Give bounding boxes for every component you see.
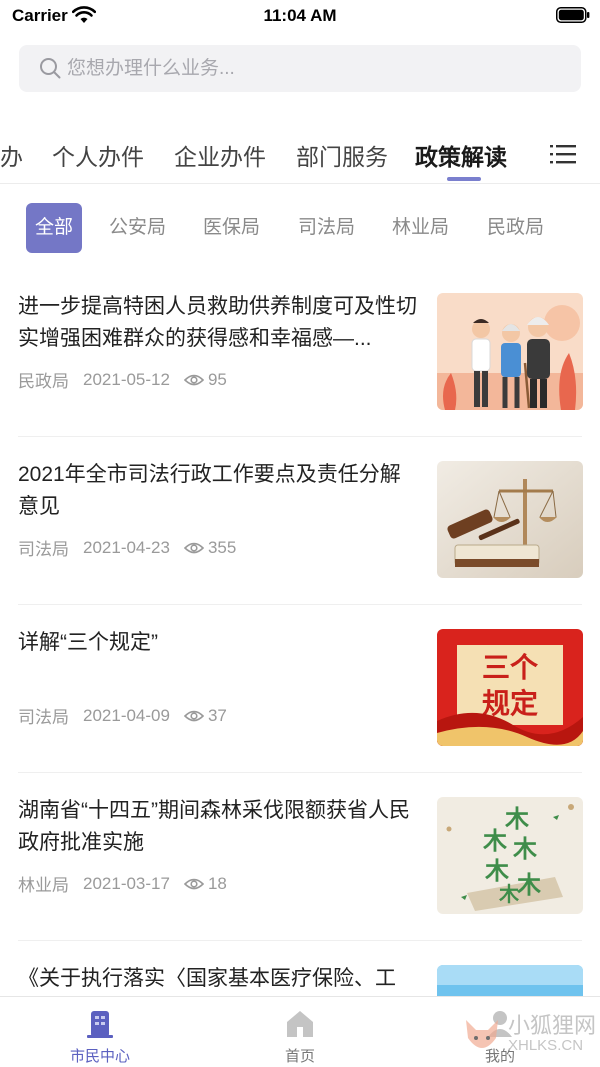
news-date: 2021-04-09: [83, 705, 170, 725]
search-input[interactable]: [67, 45, 557, 92]
news-feed[interactable]: 进一步提高特困人员救助供养制度可及性切实增强困难群众的获得感和幸福感—... 民…: [0, 269, 600, 996]
filter-all[interactable]: 全部: [26, 203, 83, 253]
thumb-text-line1: 三个: [482, 651, 539, 684]
battery-icon: [556, 7, 590, 23]
watermark-domain: XHLKS.CN: [508, 1037, 584, 1054]
home-icon: [287, 1011, 313, 1037]
forest-glyph: 木: [482, 827, 508, 855]
tab-policy-interpretation[interactable]: 政策解读: [415, 138, 507, 172]
tab-enterprise-affairs[interactable]: 企业办件: [174, 138, 266, 172]
clock: 11:04 AM: [263, 6, 337, 25]
news-views: 37: [207, 705, 227, 725]
watermark: 小狐狸网 XHLKS.CN: [458, 1008, 600, 1064]
status-bar: Carrier 11:04 AM: [0, 0, 600, 34]
news-department: 民政局: [18, 372, 69, 391]
eye-icon: [183, 542, 204, 553]
news-meta: 民政局 2021-05-12 95: [18, 367, 227, 392]
fox-logo-icon: [466, 1020, 498, 1048]
forest-glyph: 木: [504, 805, 530, 833]
news-date: 2021-05-12: [83, 369, 170, 389]
forest-glyph: 木: [498, 882, 520, 906]
news-item[interactable]: 《关于执行落实〈国家基本医疗保险、工: [0, 941, 600, 996]
tab-partial[interactable]: 办: [0, 138, 23, 172]
forest-glyph: 木: [512, 835, 538, 863]
news-date: 2021-04-23: [83, 537, 170, 557]
news-item[interactable]: 湖南省“十四五”期间森林采伐限额获省人民政府批准实施 林业局 2021-03-17…: [0, 773, 600, 941]
menu-icon[interactable]: [550, 142, 576, 166]
building-icon: [87, 1011, 113, 1038]
filter-medical-insurance[interactable]: 医保局: [203, 203, 260, 253]
thumb-text-line2: 规定: [482, 687, 538, 720]
elderly-care-thumbnail: [437, 293, 583, 410]
nav-label: 首页: [284, 1048, 315, 1065]
filter-civil-affairs[interactable]: 民政局: [487, 203, 544, 253]
news-title: 详解“三个规定”: [18, 631, 158, 654]
active-tab-indicator: [447, 177, 481, 181]
filter-public-security[interactable]: 公安局: [109, 203, 166, 253]
gavel-scales-thumbnail: [437, 461, 583, 578]
news-department: 司法局: [18, 708, 69, 727]
news-title: 《关于执行落实〈国家基本医疗保险、工: [18, 967, 396, 990]
eye-icon: [183, 374, 204, 385]
tab-personal-affairs[interactable]: 个人办件: [52, 138, 144, 172]
medical-banner-thumbnail: [437, 965, 583, 996]
three-rules-thumbnail: 三个 规定: [437, 629, 583, 746]
news-date: 2021-03-17: [83, 873, 170, 893]
news-department: 林业局: [18, 876, 69, 895]
news-title: 2021年全市司法行政工作要点及责任分解意见: [18, 463, 401, 518]
news-title: 湖南省“十四五”期间森林采伐限额获省人民政府批准实施: [18, 799, 410, 854]
forest-glyph: 木: [516, 871, 542, 899]
nav-citizen-center[interactable]: 市民中心: [35, 997, 165, 1067]
forest-glyph: 木: [484, 857, 510, 885]
news-meta: 司法局 2021-04-09 37: [18, 703, 227, 728]
news-item[interactable]: 2021年全市司法行政工作要点及责任分解意见 司法局 2021-04-23 355: [0, 437, 600, 605]
search-bar[interactable]: [19, 45, 581, 92]
eye-icon: [183, 878, 204, 889]
category-tabs: 办 个人办件 企业办件 部门服务 政策解读: [0, 128, 600, 184]
forest-thumbnail: 木 木 木 木 木 木: [437, 797, 583, 914]
news-item[interactable]: 进一步提高特困人员救助供养制度可及性切实增强困难群众的获得感和幸福感—... 民…: [0, 269, 600, 437]
nav-label: 市民中心: [69, 1048, 130, 1065]
news-meta: 司法局 2021-04-23 355: [18, 535, 236, 560]
filter-forestry[interactable]: 林业局: [392, 203, 449, 253]
news-views: 355: [207, 537, 237, 557]
news-views: 18: [207, 873, 227, 893]
news-meta: 林业局 2021-03-17 18: [18, 871, 227, 896]
search-icon: [40, 58, 61, 79]
eye-icon: [183, 710, 204, 721]
news-department: 司法局: [18, 540, 69, 559]
news-item[interactable]: 详解“三个规定” 司法局 2021-04-09 37 三个 规定: [0, 605, 600, 773]
news-title: 进一步提高特困人员救助供养制度可及性切实增强困难群众的获得感和幸福感—...: [18, 295, 417, 350]
tab-department-services[interactable]: 部门服务: [296, 138, 388, 172]
nav-home[interactable]: 首页: [235, 997, 365, 1067]
watermark-text: 小狐狸网: [508, 1013, 597, 1038]
filter-justice[interactable]: 司法局: [298, 203, 355, 253]
news-views: 95: [207, 369, 227, 389]
